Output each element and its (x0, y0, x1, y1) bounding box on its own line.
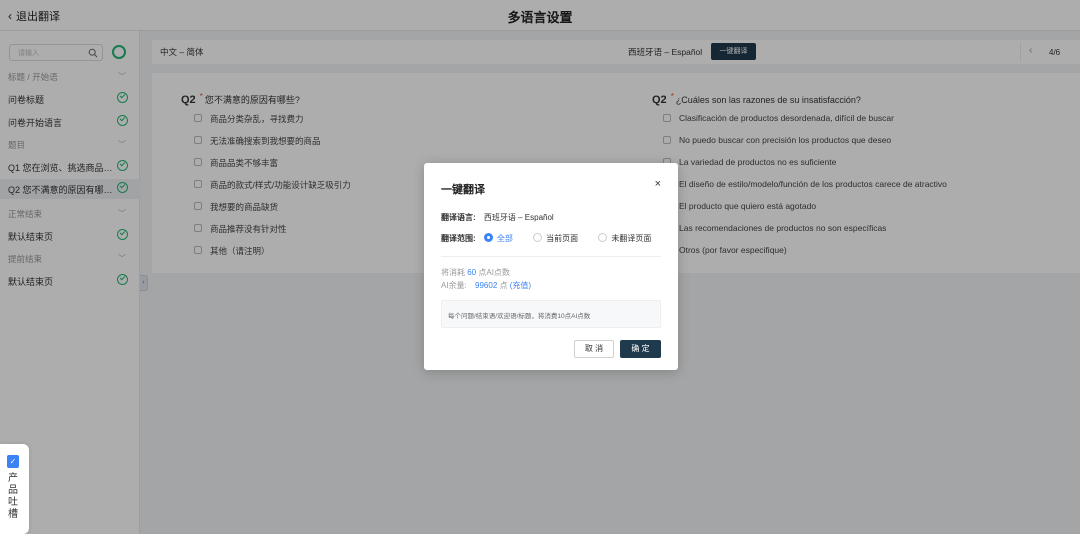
close-icon[interactable]: × (655, 178, 661, 190)
radio-icon (598, 233, 608, 242)
scope-radio-all[interactable]: 全部 (483, 233, 513, 244)
balance-line: AI余量: 99602 点 (充值) (441, 281, 532, 290)
one-click-translate-dialog: 一键翻译 × 翻译语言: 西班牙语 – Español 翻译范围: 全部 当前页… (424, 163, 678, 370)
translate-language-row: 翻译语言: 西班牙语 – Español (441, 212, 554, 223)
translate-language-key: 翻译语言: (441, 213, 476, 222)
radio-icon (533, 233, 543, 242)
radio-selected-icon (483, 233, 493, 242)
translate-scope-key: 翻译范围: (441, 234, 476, 243)
cost-value: 60 (467, 268, 477, 277)
translate-language-value: 西班牙语 – Español (483, 213, 554, 222)
cost-line: 将消耗 60 点AI点数 (441, 268, 510, 277)
divider (441, 256, 661, 257)
feedback-label: 产品吐槽 (8, 473, 18, 520)
feedback-widget[interactable]: ✓ 产品吐槽 (0, 444, 29, 534)
cancel-button[interactable]: 取 消 (574, 340, 614, 358)
feedback-check-icon: ✓ (7, 455, 19, 468)
translate-scope-row: 翻译范围: 全部 当前页面 未翻译页面 (441, 233, 669, 244)
confirm-button[interactable]: 确 定 (620, 340, 661, 358)
balance-value: 99602 (475, 281, 498, 290)
scope-radio-untranslated[interactable]: 未翻译页面 (598, 233, 651, 244)
dialog-title: 一键翻译 (441, 184, 485, 196)
pricing-note: 每个问题/结束语/欢迎语/标题，将消费10点AI点数 (441, 300, 661, 328)
scope-radio-current-page[interactable]: 当前页面 (533, 233, 578, 244)
recharge-link[interactable]: (充值) (510, 281, 531, 290)
